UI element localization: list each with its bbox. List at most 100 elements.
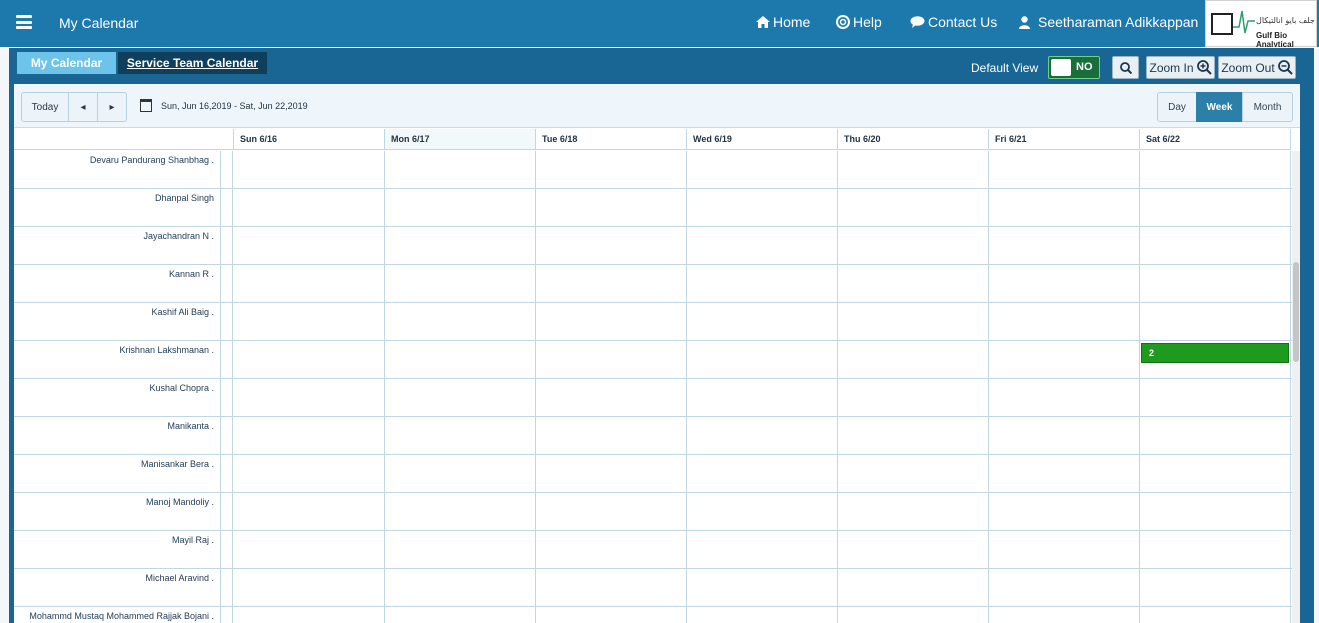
schedule-cell[interactable] <box>687 607 838 623</box>
schedule-cell[interactable] <box>989 227 1140 265</box>
schedule-cell[interactable] <box>838 227 989 265</box>
schedule-cell[interactable] <box>385 151 536 189</box>
schedule-cell[interactable] <box>234 189 385 227</box>
schedule-cell[interactable] <box>989 607 1140 623</box>
schedule-cell[interactable] <box>687 531 838 569</box>
day-header[interactable]: Wed 6/19 <box>687 129 838 150</box>
schedule-cell[interactable] <box>1140 379 1291 417</box>
schedule-cell[interactable] <box>536 531 687 569</box>
schedule-cell[interactable] <box>385 227 536 265</box>
schedule-cell[interactable] <box>687 265 838 303</box>
schedule-cell[interactable] <box>989 151 1140 189</box>
day-header[interactable]: Sun 6/16 <box>234 129 385 150</box>
schedule-cell[interactable] <box>536 607 687 623</box>
schedule-cell[interactable] <box>687 379 838 417</box>
default-view-toggle[interactable]: NO <box>1048 56 1100 79</box>
schedule-cell[interactable] <box>1140 493 1291 531</box>
view-week-button[interactable]: Week <box>1196 92 1243 122</box>
schedule-cell[interactable] <box>687 493 838 531</box>
schedule-cell[interactable] <box>385 569 536 607</box>
schedule-cell[interactable] <box>989 303 1140 341</box>
nav-contact-us[interactable]: Contact Us <box>910 14 997 30</box>
schedule-cell[interactable] <box>687 227 838 265</box>
schedule-cell[interactable] <box>385 531 536 569</box>
hamburger-icon[interactable] <box>16 15 32 29</box>
schedule-cell[interactable] <box>838 493 989 531</box>
schedule-cell[interactable] <box>234 151 385 189</box>
schedule-cell[interactable] <box>1140 455 1291 493</box>
schedule-cell[interactable] <box>1140 303 1291 341</box>
tab-service-team-calendar[interactable]: Service Team Calendar <box>118 52 267 74</box>
schedule-cell[interactable] <box>385 417 536 455</box>
schedule-cell[interactable] <box>1140 569 1291 607</box>
schedule-cell[interactable] <box>989 379 1140 417</box>
schedule-cell[interactable] <box>838 531 989 569</box>
schedule-cell[interactable] <box>536 341 687 379</box>
schedule-cell[interactable] <box>536 303 687 341</box>
schedule-cell[interactable] <box>838 417 989 455</box>
schedule-cell[interactable] <box>838 341 989 379</box>
schedule-cell[interactable] <box>989 265 1140 303</box>
schedule-cell[interactable] <box>989 569 1140 607</box>
schedule-cell[interactable] <box>687 569 838 607</box>
nav-help[interactable]: Help <box>836 14 882 30</box>
schedule-cell[interactable] <box>989 189 1140 227</box>
day-header[interactable]: Tue 6/18 <box>536 129 687 150</box>
search-button[interactable] <box>1112 56 1139 79</box>
schedule-cell[interactable] <box>1140 417 1291 455</box>
prev-week-button[interactable]: ◂ <box>68 92 98 122</box>
nav-home[interactable]: Home <box>756 14 810 30</box>
zoom-out-button[interactable]: Zoom Out <box>1218 56 1296 79</box>
schedule-cell[interactable] <box>1140 265 1291 303</box>
schedule-cell[interactable] <box>234 493 385 531</box>
schedule-cell[interactable] <box>687 417 838 455</box>
day-header[interactable]: Sat 6/22 <box>1140 129 1291 150</box>
schedule-cell[interactable] <box>838 151 989 189</box>
schedule-cell[interactable] <box>536 569 687 607</box>
schedule-cell[interactable] <box>536 417 687 455</box>
schedule-cell[interactable] <box>687 151 838 189</box>
schedule-cell[interactable] <box>234 607 385 623</box>
schedule-cell[interactable] <box>1140 151 1291 189</box>
scrollbar-thumb[interactable] <box>1293 262 1299 362</box>
schedule-cell[interactable] <box>838 379 989 417</box>
vertical-scrollbar[interactable] <box>1292 151 1300 623</box>
tab-my-calendar[interactable]: My Calendar <box>17 52 116 74</box>
schedule-cell[interactable] <box>989 455 1140 493</box>
schedule-cell[interactable] <box>838 303 989 341</box>
schedule-cell[interactable] <box>1140 531 1291 569</box>
schedule-cell[interactable] <box>385 189 536 227</box>
schedule-cell[interactable] <box>1140 607 1291 623</box>
day-header[interactable]: Mon 6/17 <box>385 129 536 150</box>
schedule-cell[interactable] <box>536 493 687 531</box>
schedule-cell[interactable] <box>536 151 687 189</box>
schedule-cell[interactable] <box>687 341 838 379</box>
schedule-cell[interactable] <box>234 379 385 417</box>
schedule-cell[interactable] <box>234 227 385 265</box>
zoom-in-button[interactable]: Zoom In <box>1146 56 1215 79</box>
schedule-cell[interactable] <box>687 303 838 341</box>
schedule-cell[interactable] <box>838 189 989 227</box>
calendar-event[interactable]: 2 <box>1141 343 1289 363</box>
day-header[interactable]: Thu 6/20 <box>838 129 989 150</box>
schedule-cell[interactable] <box>234 417 385 455</box>
schedule-cell[interactable] <box>838 569 989 607</box>
schedule-cell[interactable] <box>838 455 989 493</box>
schedule-cell[interactable] <box>234 455 385 493</box>
schedule-cell[interactable] <box>536 455 687 493</box>
schedule-cell[interactable] <box>385 607 536 623</box>
schedule-cell[interactable] <box>687 189 838 227</box>
user-menu[interactable]: Seetharaman Adikkappan <box>1019 14 1198 30</box>
schedule-cell[interactable] <box>989 493 1140 531</box>
schedule-cell[interactable] <box>838 265 989 303</box>
schedule-cell[interactable] <box>1140 227 1291 265</box>
schedule-cell[interactable] <box>1140 189 1291 227</box>
schedule-cell[interactable] <box>234 569 385 607</box>
schedule-cell[interactable] <box>385 341 536 379</box>
schedule-cell[interactable] <box>989 417 1140 455</box>
schedule-cell[interactable] <box>838 607 989 623</box>
day-header[interactable]: Fri 6/21 <box>989 129 1140 150</box>
today-button[interactable]: Today <box>21 92 69 122</box>
next-week-button[interactable]: ▸ <box>97 92 127 122</box>
schedule-cell[interactable] <box>234 531 385 569</box>
